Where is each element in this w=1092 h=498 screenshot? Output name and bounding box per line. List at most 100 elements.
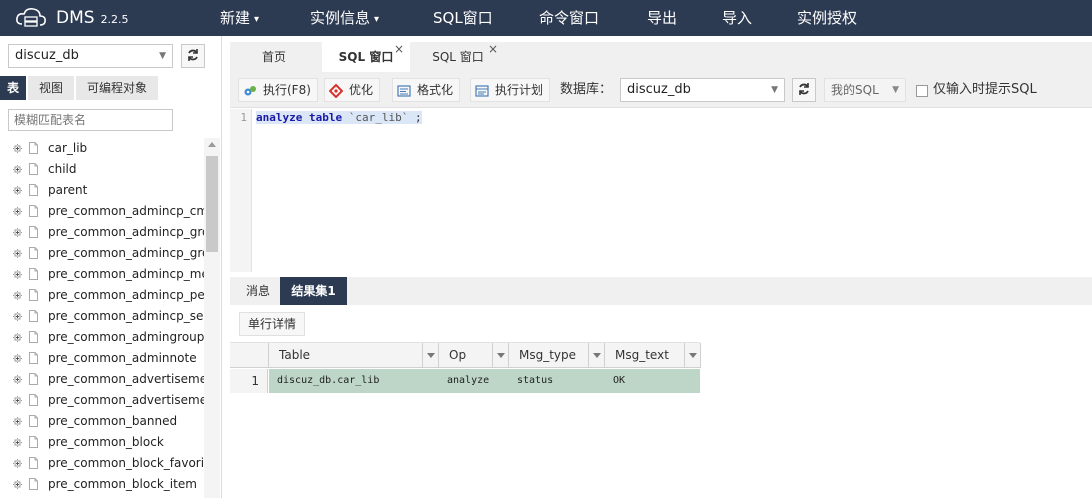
expand-icon[interactable] bbox=[12, 416, 23, 427]
menu-sql-window[interactable]: SQL窗口 bbox=[433, 0, 493, 36]
column-header-label: Msg_type bbox=[519, 348, 577, 362]
cell-table[interactable]: discuz_db.car_lib bbox=[269, 369, 379, 393]
scrollbar-thumb[interactable] bbox=[206, 156, 218, 252]
menu-instance-auth[interactable]: 实例授权 bbox=[797, 0, 857, 36]
table-icon bbox=[29, 205, 38, 217]
expand-icon[interactable] bbox=[12, 206, 23, 217]
expand-icon[interactable] bbox=[12, 290, 23, 301]
database-select-value: discuz_db bbox=[15, 48, 79, 63]
execute-label: 执行(F8) bbox=[263, 83, 311, 97]
cell-msg-text[interactable]: OK bbox=[605, 369, 625, 393]
tree-scrollbar[interactable] bbox=[204, 138, 220, 498]
tab-result-set-1[interactable]: 结果集1 bbox=[280, 277, 347, 305]
expand-icon[interactable] bbox=[12, 248, 23, 259]
tab-programmable-objects[interactable]: 可编程对象 bbox=[76, 76, 159, 100]
tree-item[interactable]: pre_common_admincp_cmd bbox=[0, 201, 204, 222]
tree-item[interactable]: pre_common_admincp_session bbox=[0, 306, 204, 327]
editor-database-value: discuz_db bbox=[627, 82, 691, 97]
tree-item[interactable]: child bbox=[0, 159, 204, 180]
execution-plan-button[interactable]: 执行计划 bbox=[470, 78, 551, 102]
expand-icon[interactable] bbox=[12, 269, 23, 280]
tab-sql-window-2[interactable]: SQL 窗口 × bbox=[412, 42, 504, 72]
column-header-msg-text[interactable]: Msg_text bbox=[605, 343, 701, 368]
tree-item[interactable]: pre_common_block bbox=[0, 432, 204, 453]
tree-item[interactable]: pre_common_adminnote bbox=[0, 348, 204, 369]
menu-command-window[interactable]: 命令窗口 bbox=[539, 0, 599, 36]
tree-item[interactable]: pre_common_block_item bbox=[0, 474, 204, 495]
expand-icon[interactable] bbox=[12, 143, 23, 154]
table-icon bbox=[29, 331, 38, 343]
column-header-msg-type[interactable]: Msg_type bbox=[509, 343, 605, 368]
expand-icon[interactable] bbox=[12, 374, 23, 385]
hint-on-input-checkbox[interactable] bbox=[916, 85, 928, 97]
column-menu-icon[interactable] bbox=[684, 343, 700, 368]
menu-new[interactable]: 新建 ▾ bbox=[220, 0, 259, 36]
expand-icon[interactable] bbox=[12, 185, 23, 196]
close-icon[interactable]: × bbox=[394, 34, 404, 64]
format-button[interactable]: 格式化 bbox=[392, 78, 461, 102]
execute-icon bbox=[243, 83, 257, 97]
menu-import[interactable]: 导入 bbox=[722, 0, 752, 36]
table-icon bbox=[29, 415, 38, 427]
sql-code[interactable]: analyze table `car_lib` ; bbox=[256, 111, 422, 125]
database-select[interactable]: discuz_db ▼ bbox=[8, 44, 173, 68]
column-header-op[interactable]: Op bbox=[439, 343, 509, 368]
table-icon bbox=[29, 457, 38, 469]
tab-home[interactable]: 首页 bbox=[230, 42, 318, 72]
expand-icon[interactable] bbox=[12, 311, 23, 322]
expand-icon[interactable] bbox=[12, 353, 23, 364]
table-row[interactable]: 1 discuz_db.car_lib analyze status OK bbox=[230, 369, 700, 393]
column-header-label: Msg_text bbox=[615, 348, 669, 362]
tree-item-label: pre_common_admincp_session bbox=[48, 309, 204, 323]
my-sql-dropdown[interactable]: 我的SQL ▼ bbox=[824, 78, 906, 102]
expand-icon[interactable] bbox=[12, 395, 23, 406]
tree-item[interactable]: pre_common_admincp_perm bbox=[0, 285, 204, 306]
column-menu-icon[interactable] bbox=[492, 343, 508, 368]
expand-icon[interactable] bbox=[12, 479, 23, 490]
tree-item[interactable]: parent bbox=[0, 180, 204, 201]
tree-item[interactable]: pre_common_block_favorite bbox=[0, 453, 204, 474]
table-icon bbox=[29, 394, 38, 406]
tab-views[interactable]: 视图 bbox=[28, 76, 75, 100]
expand-icon[interactable] bbox=[12, 227, 23, 238]
tree-item[interactable]: pre_common_admincp_group bbox=[0, 222, 204, 243]
tab-sql-window-1[interactable]: SQL 窗口 × bbox=[322, 42, 410, 72]
optimize-button[interactable]: 优化 bbox=[324, 78, 381, 102]
refresh-database-button[interactable] bbox=[792, 78, 816, 102]
tree-item[interactable]: pre_common_admincp_member bbox=[0, 264, 204, 285]
tab-tables[interactable]: 表 bbox=[0, 76, 27, 100]
cell-msg-type[interactable]: status bbox=[509, 369, 553, 393]
column-header-table[interactable]: Table bbox=[269, 343, 439, 368]
expand-icon[interactable] bbox=[12, 164, 23, 175]
menu-export[interactable]: 导出 bbox=[647, 0, 677, 36]
tree-item[interactable]: pre_common_banned bbox=[0, 411, 204, 432]
tree-item-label: car_lib bbox=[48, 141, 88, 155]
main-area: 首页 SQL 窗口 × SQL 窗口 × 执行(F8) 优化 格式化 执行计划 数据… bbox=[230, 36, 1092, 498]
execute-button[interactable]: 执行(F8) bbox=[238, 78, 318, 102]
tree-item[interactable]: pre_common_admincp_group bbox=[0, 243, 204, 264]
tree-item[interactable]: car_lib bbox=[0, 138, 204, 159]
tree-item[interactable]: pre_common_advertisement bbox=[0, 369, 204, 390]
expand-icon[interactable] bbox=[12, 437, 23, 448]
scroll-up-arrow-icon[interactable] bbox=[208, 142, 216, 147]
logo[interactable]: DMS 2.2.5 bbox=[14, 6, 129, 30]
expand-icon[interactable] bbox=[12, 458, 23, 469]
table-icon bbox=[29, 373, 38, 385]
editor-database-select[interactable]: discuz_db ▼ bbox=[620, 78, 785, 102]
close-icon[interactable]: × bbox=[488, 34, 498, 64]
row-detail-button[interactable]: 单行详情 bbox=[239, 312, 306, 336]
cell-op[interactable]: analyze bbox=[439, 369, 489, 393]
column-menu-icon[interactable] bbox=[422, 343, 438, 368]
expand-icon[interactable] bbox=[12, 332, 23, 343]
dropdown-arrow-icon: ▼ bbox=[159, 51, 166, 61]
tree-item[interactable]: pre_common_admingroup bbox=[0, 327, 204, 348]
sql-editor[interactable]: 1 analyze table `car_lib` ; bbox=[230, 109, 1092, 272]
table-icon bbox=[29, 163, 38, 175]
refresh-button[interactable] bbox=[181, 44, 205, 68]
tree-item[interactable]: pre_common_advertisement bbox=[0, 390, 204, 411]
menu-instance-info[interactable]: 实例信息 ▾ bbox=[310, 0, 379, 36]
table-filter-input[interactable] bbox=[8, 109, 173, 131]
tab-messages[interactable]: 消息 bbox=[236, 277, 280, 305]
column-menu-icon[interactable] bbox=[588, 343, 604, 368]
sql-table-name: `car_lib` bbox=[348, 111, 409, 124]
